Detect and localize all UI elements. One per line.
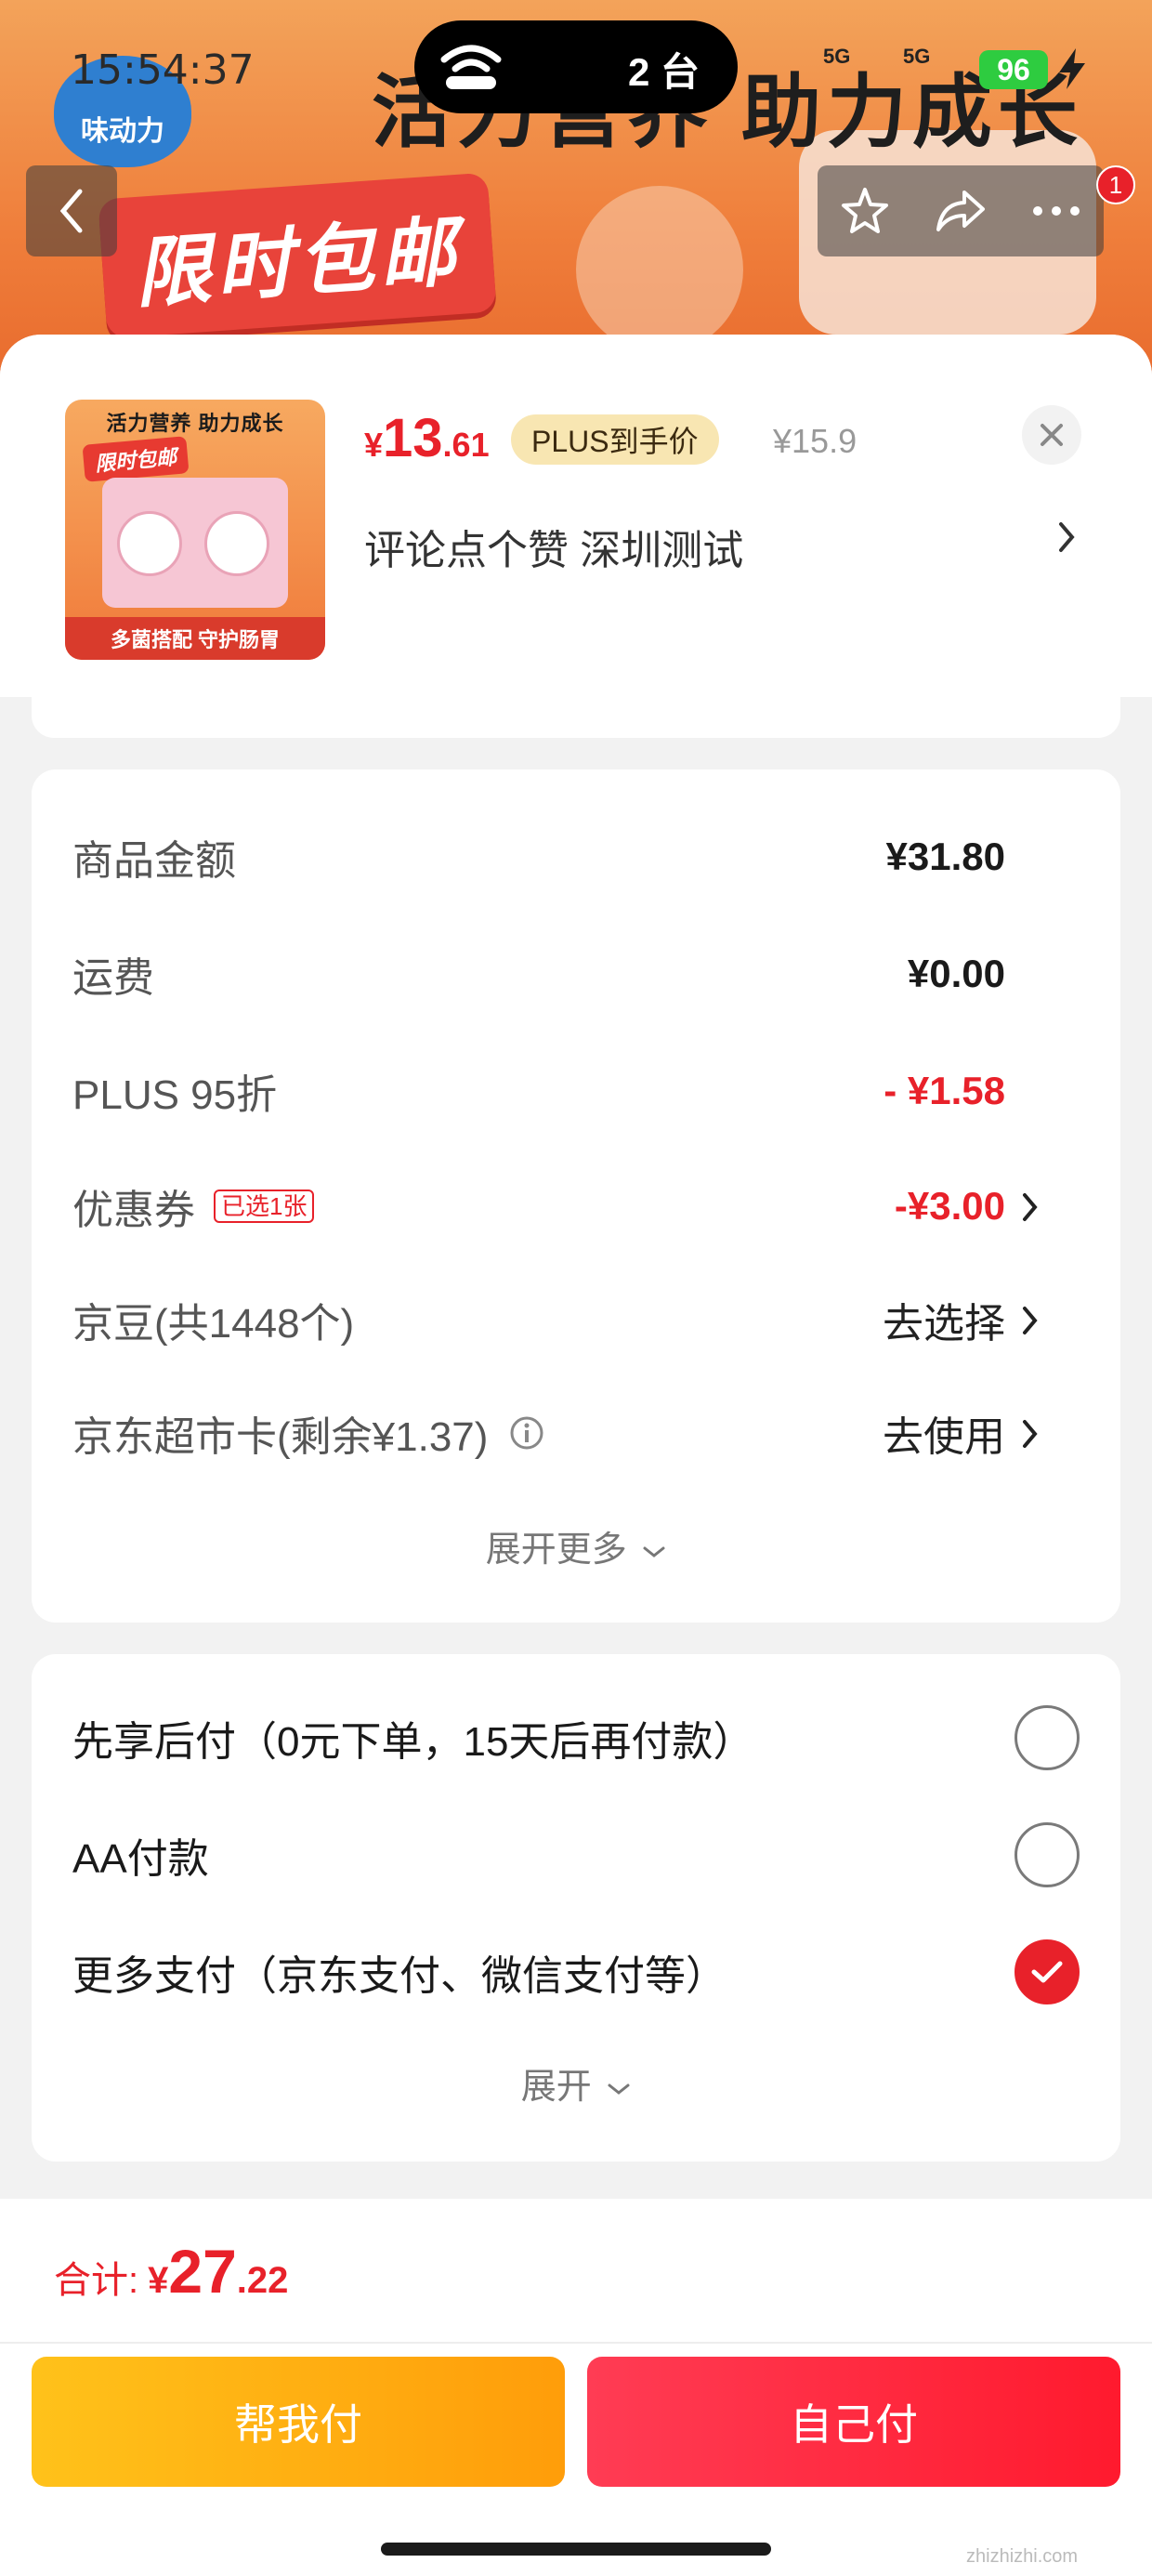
- network-label: 5G: [823, 45, 851, 68]
- thumb-mascot: [117, 511, 182, 576]
- star-icon[interactable]: [839, 185, 891, 237]
- goods-amount-row: 商品金额 ¥31.80: [72, 829, 1080, 885]
- thumb-caption: 多菌搭配 守护肠胃: [65, 617, 325, 660]
- info-icon[interactable]: [508, 1414, 545, 1452]
- product-price: ¥ 13 .61: [364, 407, 490, 469]
- order-total: 合计: ¥ 27 .22: [54, 2236, 288, 2307]
- battery-indicator: 96: [979, 50, 1048, 89]
- expand-more-label: 展开更多: [485, 1531, 627, 1570]
- banner-decoration: [576, 186, 743, 353]
- close-icon: [1041, 424, 1063, 446]
- price-decimal: .61: [442, 426, 490, 464]
- pay-option-label: AA付款: [72, 1836, 209, 1882]
- coupon-row[interactable]: 优惠券 已选1张 -¥3.00: [72, 1178, 1080, 1234]
- freight-label: 运费: [72, 955, 154, 1001]
- pay-myself-button[interactable]: 自己付: [587, 2357, 1120, 2487]
- total-label: 合计:: [54, 2260, 139, 2301]
- goods-amount-label: 商品金额: [72, 838, 236, 884]
- coupon-selected-tag: 已选1张: [214, 1189, 315, 1223]
- chevron-left-icon: [59, 189, 83, 233]
- expand-payment-label: 展开: [520, 2068, 592, 2107]
- goods-amount-value: ¥31.80: [885, 835, 1005, 878]
- supermarket-card-label: 京东超市卡(剩余¥1.37): [72, 1414, 489, 1460]
- freight-row: 运费 ¥0.00: [72, 946, 1080, 1002]
- more-icon[interactable]: [1030, 204, 1082, 218]
- chevron-right-icon: [1023, 1307, 1038, 1334]
- product-spec[interactable]: 评论点个赞 深圳测试: [364, 517, 743, 576]
- message-badge: 1: [1096, 165, 1135, 204]
- thumb-mascot-2: [204, 511, 269, 576]
- charging-icon: [1059, 48, 1085, 89]
- jingdou-row[interactable]: 京豆(共1448个) 去选择: [72, 1292, 1080, 1347]
- supermarket-card-action: 去使用: [883, 1414, 1005, 1460]
- total-integer: 27: [168, 2237, 237, 2306]
- radio-button[interactable]: [1015, 1822, 1080, 1887]
- supermarket-card-row[interactable]: 京东超市卡(剩余¥1.37) 去使用: [72, 1405, 1080, 1461]
- chevron-right-icon: [1023, 1420, 1038, 1448]
- header-card-bottom: [32, 688, 1120, 738]
- expand-payment-button[interactable]: 展开: [32, 2057, 1120, 2109]
- wifi-icon: [440, 45, 502, 89]
- chevron-down-icon: [643, 1546, 665, 1557]
- payment-method-card: 先享后付（0元下单，15天后再付款） AA付款 更多支付（京东支付、微信支付等）…: [32, 1654, 1120, 2162]
- expand-more-button[interactable]: 展开更多: [32, 1520, 1120, 1571]
- price-symbol: ¥: [364, 426, 384, 464]
- jingdou-label: 京豆(共1448个): [72, 1301, 355, 1347]
- chevron-right-icon[interactable]: [1057, 519, 1076, 556]
- coupon-label: 优惠券: [72, 1188, 195, 1233]
- thumb-promo: 限时包邮: [82, 436, 190, 482]
- total-decimal: .22: [236, 2260, 289, 2301]
- pay-option-label: 先享后付（0元下单，15天后再付款）: [72, 1719, 754, 1765]
- jingdou-action: 去选择: [883, 1301, 1005, 1347]
- chevron-right-icon: [1023, 1193, 1038, 1221]
- back-button[interactable]: [26, 165, 117, 256]
- network-label-2: 5G: [903, 45, 931, 68]
- pay-option-more[interactable]: 更多支付（京东支付、微信支付等）: [72, 1939, 1080, 2005]
- original-price: ¥15.9: [773, 422, 857, 460]
- thumb-slogan: 活力营养 助力成长: [106, 412, 284, 435]
- divider: [0, 2342, 1152, 2344]
- watermark: zhizhizhi.com: [966, 2546, 1079, 2567]
- banner-promo: 限时包邮: [98, 172, 497, 339]
- share-icon[interactable]: [933, 185, 988, 237]
- freight-value: ¥0.00: [907, 952, 1005, 995]
- chevron-down-icon: [608, 2083, 630, 2095]
- radio-button-checked[interactable]: [1015, 1939, 1080, 2004]
- checkmark-icon: [1031, 1961, 1063, 1983]
- plus-price-tag: PLUS到手价: [511, 414, 719, 465]
- cost-breakdown-card: 商品金额 ¥31.80 运费 ¥0.00 PLUS 95折 - ¥1.58 优惠…: [32, 769, 1120, 1623]
- pay-option-aa[interactable]: AA付款: [72, 1821, 1080, 1888]
- plus-discount-value: - ¥1.58: [884, 1069, 1005, 1112]
- coupon-value: -¥3.00: [894, 1184, 1005, 1228]
- island-count: 2 台: [628, 50, 700, 94]
- help-me-pay-button[interactable]: 帮我付: [32, 2357, 565, 2487]
- pay-option-label: 更多支付（京东支付、微信支付等）: [72, 1953, 727, 1999]
- total-symbol: ¥: [148, 2260, 169, 2301]
- plus-discount-label: PLUS 95折: [72, 1072, 278, 1118]
- radio-button[interactable]: [1015, 1705, 1080, 1770]
- close-button[interactable]: [1022, 405, 1081, 465]
- product-actions: [818, 165, 1104, 256]
- status-time: 15:54:37: [71, 46, 255, 94]
- product-thumbnail[interactable]: 活力营养 助力成长 限时包邮 多菌搭配 守护肠胃: [65, 400, 325, 660]
- home-indicator[interactable]: [381, 2543, 771, 2556]
- plus-discount-row: PLUS 95折 - ¥1.58: [72, 1063, 1080, 1119]
- price-integer: 13: [383, 408, 443, 468]
- pay-option-later[interactable]: 先享后付（0元下单，15天后再付款）: [72, 1704, 1080, 1771]
